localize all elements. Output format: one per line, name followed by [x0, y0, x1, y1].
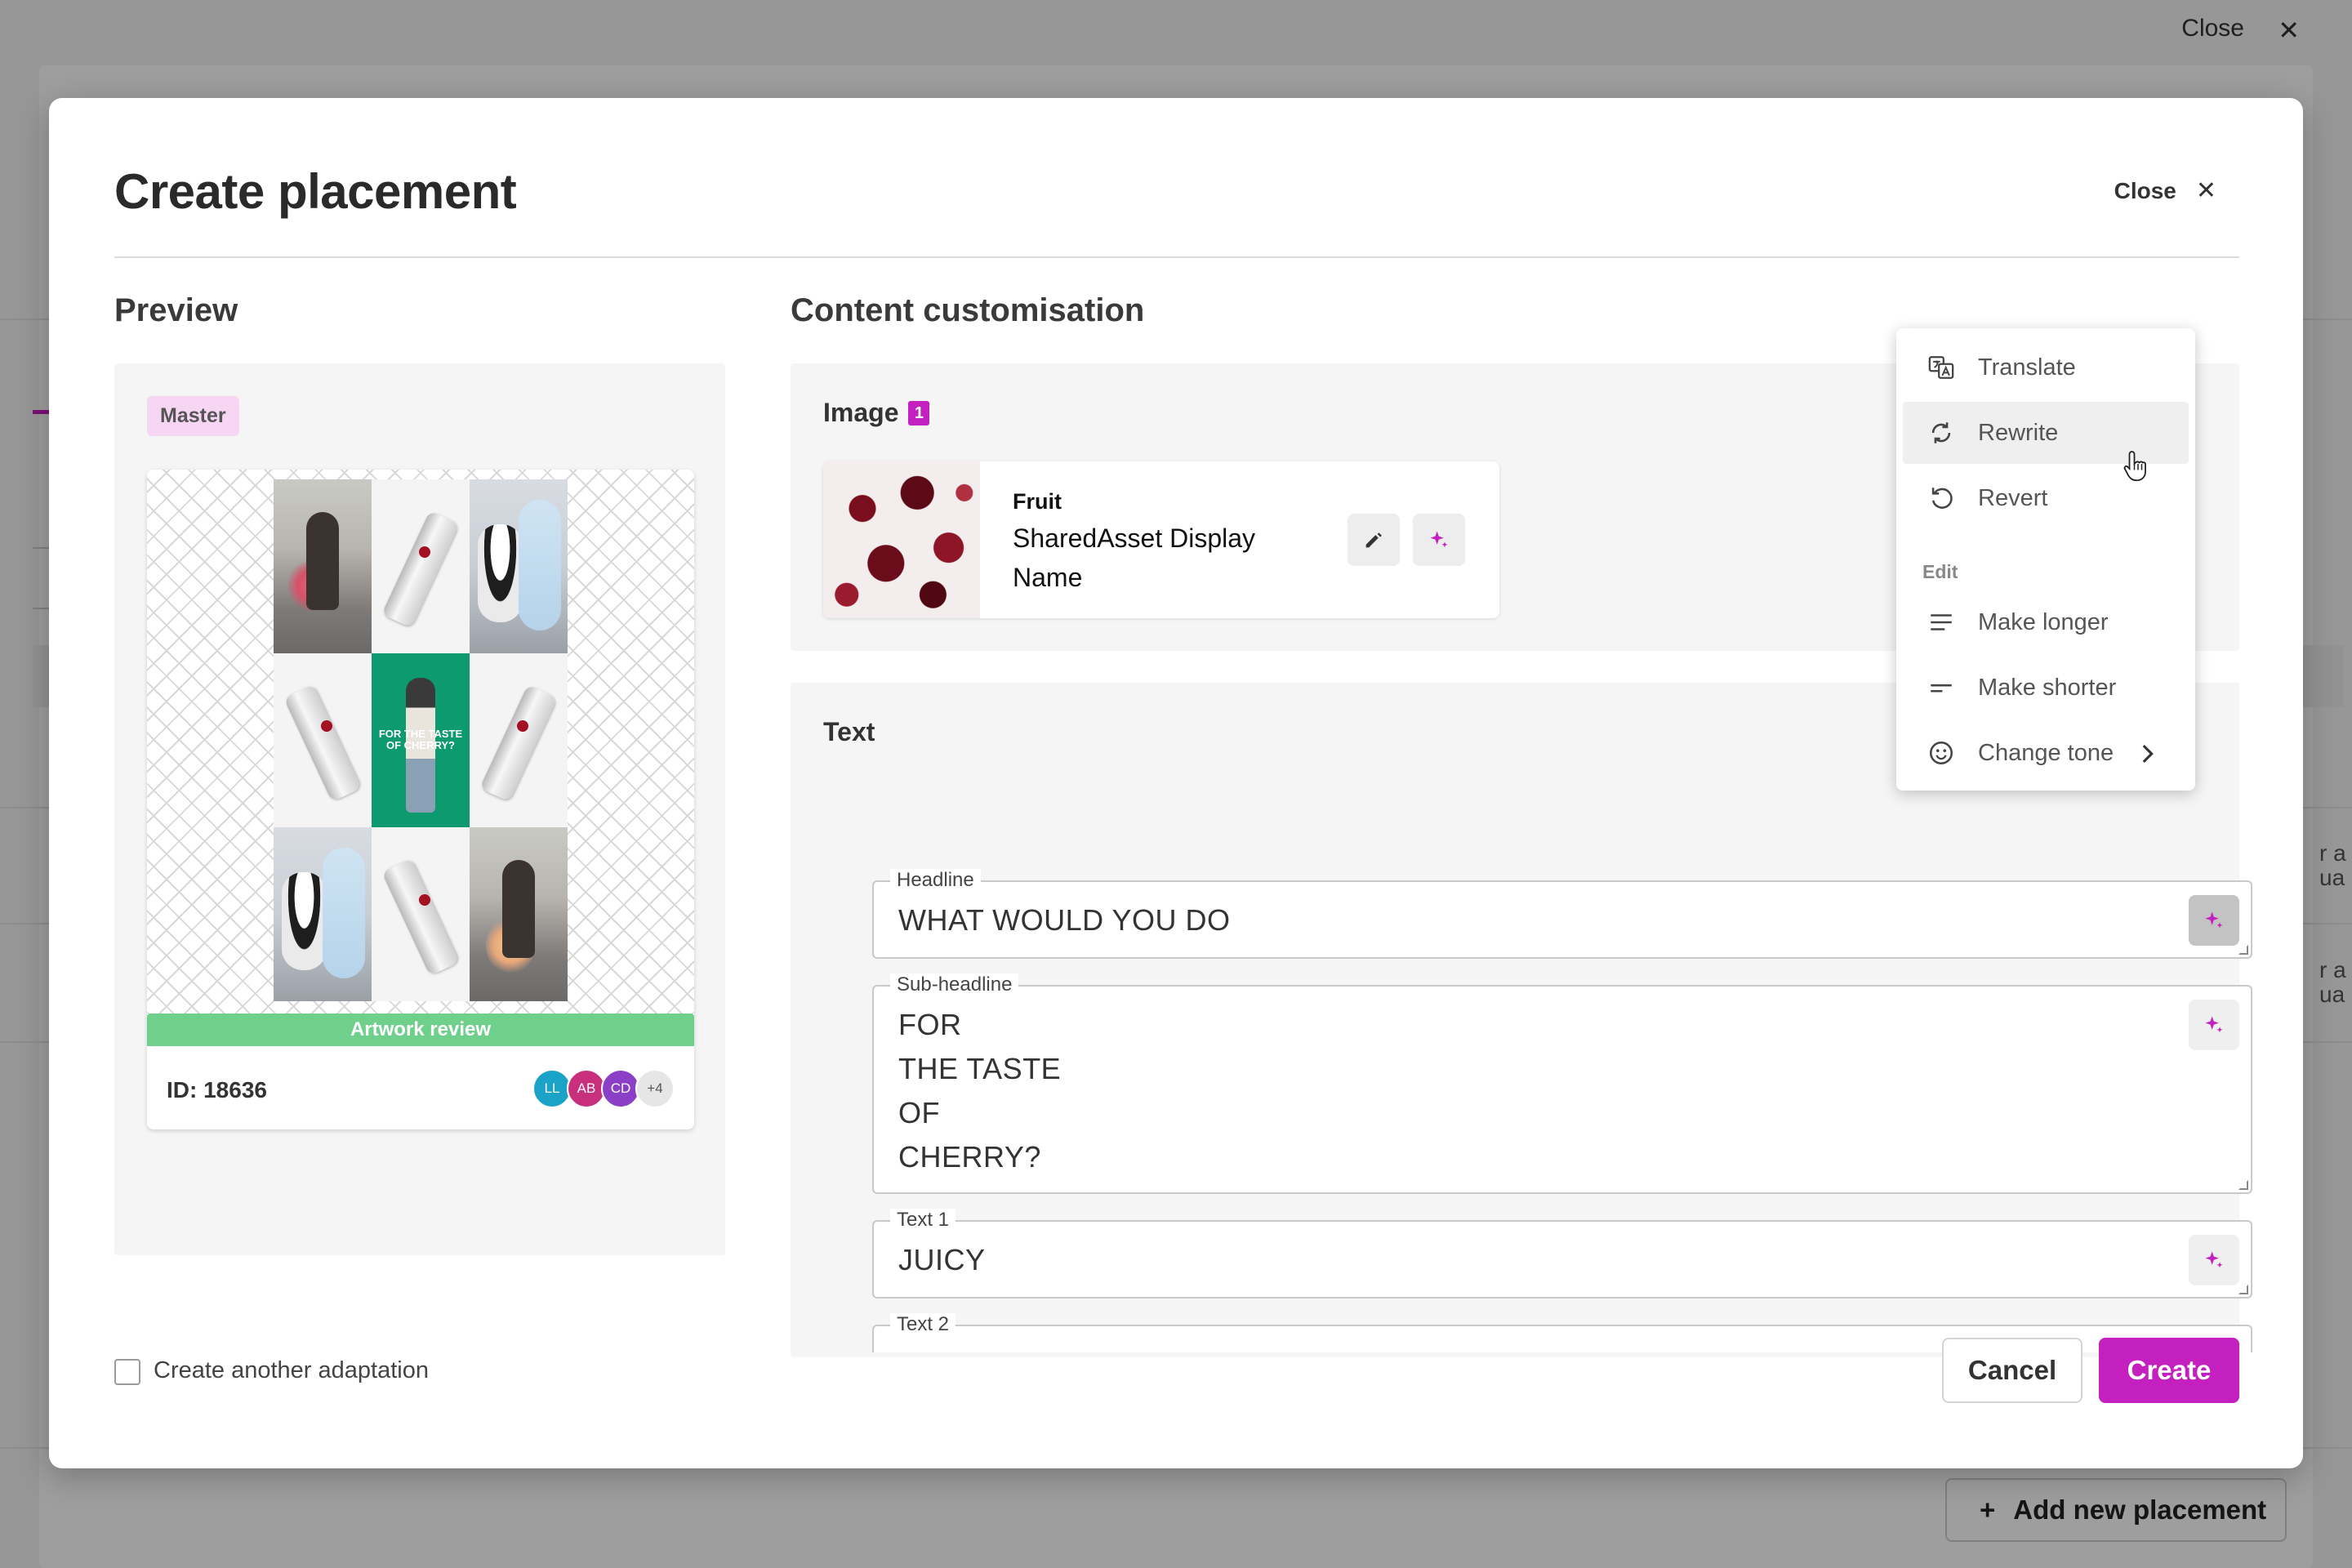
artwork-tile-dancers [274, 479, 372, 653]
text1-field-label: Text 1 [890, 1209, 956, 1232]
subheadline-field-label: Sub-headline [890, 973, 1019, 996]
artwork-canvas: FOR THE TASTE OF CHERRY? [147, 470, 694, 1013]
menu-item-label: Revert [1978, 484, 2048, 511]
headline-ai-button[interactable] [2189, 895, 2239, 946]
menu-item-make-shorter[interactable]: Make shorter [1903, 657, 2189, 719]
edit-asset-button[interactable] [1348, 514, 1400, 566]
modal-title: Create placement [114, 164, 517, 219]
rewrite-icon [1931, 422, 1951, 443]
menu-item-label: Make shorter [1978, 674, 2117, 701]
avatar[interactable]: LL [532, 1069, 572, 1108]
create-button[interactable]: Create [2099, 1338, 2239, 1403]
subheadline-ai-button[interactable] [2189, 1000, 2239, 1050]
preview-panel: Master FOR THE TASTE OF CHERRY? Artwork … [114, 363, 725, 1255]
sparkle-icon [2205, 1016, 2223, 1033]
menu-item-make-longer[interactable]: Make longer [1903, 591, 2189, 653]
headline-field-label: Headline [890, 869, 981, 892]
create-another-label[interactable]: Create another adaptation [154, 1357, 429, 1384]
ai-actions-menu: Translate Rewrite Revert Edit Make longe… [1896, 328, 2195, 791]
artwork-tile-can [470, 653, 568, 827]
more-avatars-badge[interactable]: +4 [635, 1069, 675, 1108]
modal-close-button[interactable]: Close ✕ [2114, 176, 2216, 205]
text2-field-value[interactable]: FRUITY [898, 1343, 1007, 1352]
avatar[interactable]: AB [567, 1069, 606, 1108]
image-section-label: Image 1 [823, 398, 930, 428]
artwork-tile-mascots [274, 827, 372, 1001]
placement-id: ID: 18636 [167, 1077, 267, 1102]
menu-item-translate[interactable]: Translate [1903, 336, 2189, 399]
asset-name: SharedAsset Display Name [1013, 523, 1256, 592]
artwork-tile-can [274, 653, 372, 827]
artwork-tile-mascots [470, 479, 568, 653]
subheadline-field-value[interactable]: FOR THE TASTE OF CHERRY? [898, 1003, 1061, 1179]
asset-thumbnail [823, 461, 980, 618]
image-count-badge: 1 [908, 401, 930, 425]
text2-field-label: Text 2 [890, 1313, 956, 1336]
modal-close-label: Close [2114, 177, 2176, 203]
text1-ai-button[interactable] [2189, 1235, 2239, 1285]
menu-item-label: Change tone [1978, 739, 2114, 766]
text1-field-value[interactable]: JUICY [898, 1238, 986, 1282]
sparkle-icon [2205, 911, 2223, 929]
headline-field[interactable]: Headline WHAT WOULD YOU DO [872, 869, 2252, 959]
menu-item-label: Make longer [1978, 608, 2109, 635]
translate-icon [1928, 356, 1954, 379]
menu-group-edit: Edit [1922, 561, 1958, 582]
menu-item-label: Translate [1978, 354, 2076, 381]
image-label-text: Image [823, 398, 899, 427]
menu-item-label: Rewrite [1978, 419, 2059, 446]
headline-field-value[interactable]: WHAT WOULD YOU DO [898, 898, 1231, 942]
menu-item-change-tone[interactable]: Change tone [1903, 722, 2189, 784]
smiley-icon [1929, 741, 1953, 765]
text1-field[interactable]: Text 1 JUICY [872, 1209, 2252, 1298]
artwork-review-status: Artwork review [147, 1013, 694, 1046]
artwork-tagline: FOR THE TASTE OF CHERRY? [378, 728, 463, 751]
content-customisation-title: Content customisation [791, 292, 1145, 328]
resize-handle[interactable] [2238, 1285, 2248, 1294]
cancel-button[interactable]: Cancel [1942, 1338, 2082, 1403]
lines-long-icon [1931, 614, 1952, 630]
master-badge: Master [147, 396, 239, 436]
preview-title: Preview [114, 292, 238, 328]
sparkle-icon [2205, 1251, 2223, 1268]
resize-handle[interactable] [2238, 945, 2248, 955]
artwork-tile-dancers [470, 827, 568, 1001]
text-fields-scroll-area[interactable]: Headline WHAT WOULD YOU DO Sub-headline … [840, 781, 2288, 1352]
text-section-label: Text [823, 717, 875, 746]
preview-card[interactable]: FOR THE TASTE OF CHERRY? Artwork review … [147, 470, 694, 1129]
sparkle-icon [1430, 531, 1448, 548]
artwork-tile-can [372, 827, 470, 1001]
subheadline-field[interactable]: Sub-headline FOR THE TASTE OF CHERRY? [872, 973, 2252, 1194]
hand-cursor-icon [2123, 451, 2146, 482]
create-another-checkbox[interactable] [114, 1359, 140, 1385]
artwork-tile-person: FOR THE TASTE OF CHERRY? [372, 653, 470, 827]
close-icon: ✕ [2195, 177, 2216, 204]
asset-card[interactable]: Fruit SharedAsset Display Name [823, 461, 1499, 618]
avatar[interactable]: CD [601, 1069, 640, 1108]
pencil-icon [1365, 532, 1382, 548]
ai-asset-button[interactable] [1413, 514, 1465, 566]
resize-handle[interactable] [2238, 1180, 2248, 1190]
assignee-avatars[interactable]: LL AB CD +4 [532, 1069, 675, 1108]
revert-icon [1931, 488, 1953, 509]
asset-type: Fruit [1013, 489, 1062, 514]
artwork-tile-can [372, 479, 470, 653]
lines-short-icon [1931, 684, 1952, 693]
artwork-collage: FOR THE TASTE OF CHERRY? [274, 479, 568, 1002]
chevron-right-icon [2142, 744, 2154, 764]
modal-header-divider [114, 256, 2239, 258]
